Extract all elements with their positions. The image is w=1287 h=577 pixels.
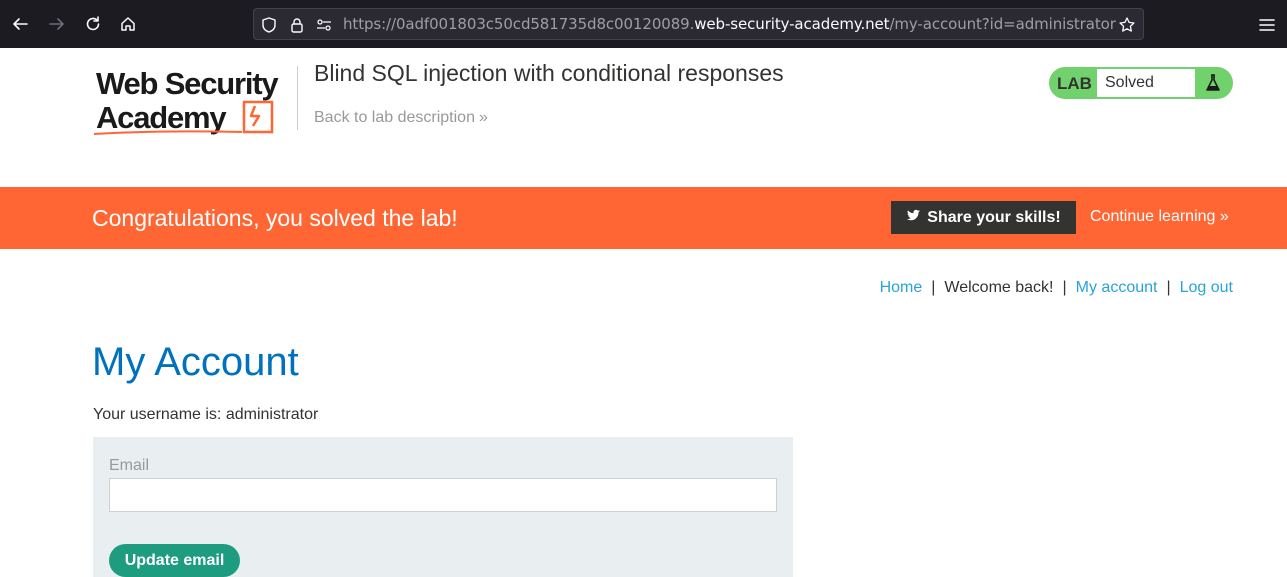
url-text[interactable]: https://0adf001803c50cd581735d8c00120089… <box>343 15 1116 33</box>
logout-link[interactable]: Log out <box>1180 279 1233 296</box>
nav-separator: | <box>931 279 936 296</box>
update-email-form: Email Update email <box>93 437 793 577</box>
lab-badge-label: LAB <box>1057 74 1092 93</box>
solved-banner: Congratulations, you solved the lab! Sha… <box>0 187 1287 249</box>
browser-toolbar: https://0adf001803c50cd581735d8c00120089… <box>0 0 1287 48</box>
home-icon[interactable] <box>113 9 143 39</box>
double-chevron-right-icon: » <box>478 109 488 126</box>
email-field[interactable] <box>109 478 777 512</box>
email-label: Email <box>109 457 150 474</box>
share-skills-button[interactable]: Share your skills! <box>891 201 1076 234</box>
lab-status-text: Solved <box>1097 69 1195 97</box>
double-chevron-right-icon: » <box>1219 208 1229 225</box>
congratulations-message: Congratulations, you solved the lab! <box>92 205 458 231</box>
home-link[interactable]: Home <box>880 279 923 296</box>
reload-icon[interactable] <box>78 9 108 39</box>
svg-text:Web Security: Web Security <box>96 66 279 101</box>
svg-text:Academy: Academy <box>96 100 227 135</box>
bookmark-star-icon[interactable] <box>1118 16 1136 34</box>
back-arrow-icon[interactable] <box>5 9 35 39</box>
account-nav: Home | Welcome back! | My account | Log out <box>880 279 1233 297</box>
lock-icon[interactable] <box>288 16 306 34</box>
username-text: Your username is: administrator <box>93 406 319 423</box>
continue-learning-link[interactable]: Continue learning » <box>1090 208 1229 226</box>
flask-icon <box>1203 73 1223 93</box>
permissions-icon[interactable] <box>315 16 333 34</box>
url-host: web-security-academy.net <box>694 15 890 33</box>
url-bar[interactable]: https://0adf001803c50cd581735d8c00120089… <box>253 8 1144 40</box>
back-to-description-link[interactable]: Back to lab description» <box>314 109 488 127</box>
nav-separator: | <box>1166 279 1171 296</box>
lab-title: Blind SQL injection with conditional res… <box>314 60 784 86</box>
back-link-label: Back to lab description <box>314 109 475 126</box>
shield-icon[interactable] <box>260 16 278 34</box>
update-email-button[interactable]: Update email <box>109 544 240 577</box>
lab-status-badge: LAB Solved <box>1049 67 1233 99</box>
forward-arrow-icon[interactable] <box>42 9 72 39</box>
share-button-label: Share your skills! <box>927 208 1061 226</box>
header-divider <box>297 66 298 130</box>
nav-separator: | <box>1062 279 1067 296</box>
twitter-icon <box>906 208 921 228</box>
my-account-link[interactable]: My account <box>1076 279 1158 296</box>
welcome-text: Welcome back! <box>944 279 1054 296</box>
page-title: My Account <box>92 340 299 384</box>
hamburger-menu-icon[interactable] <box>1256 14 1278 36</box>
continue-label: Continue learning <box>1090 208 1216 225</box>
url-path: /my-account?id=administrator <box>889 15 1116 33</box>
web-security-academy-logo[interactable]: Web Security Academy <box>93 64 294 140</box>
url-prefix: https://0adf001803c50cd581735d8c00120089… <box>343 15 695 33</box>
